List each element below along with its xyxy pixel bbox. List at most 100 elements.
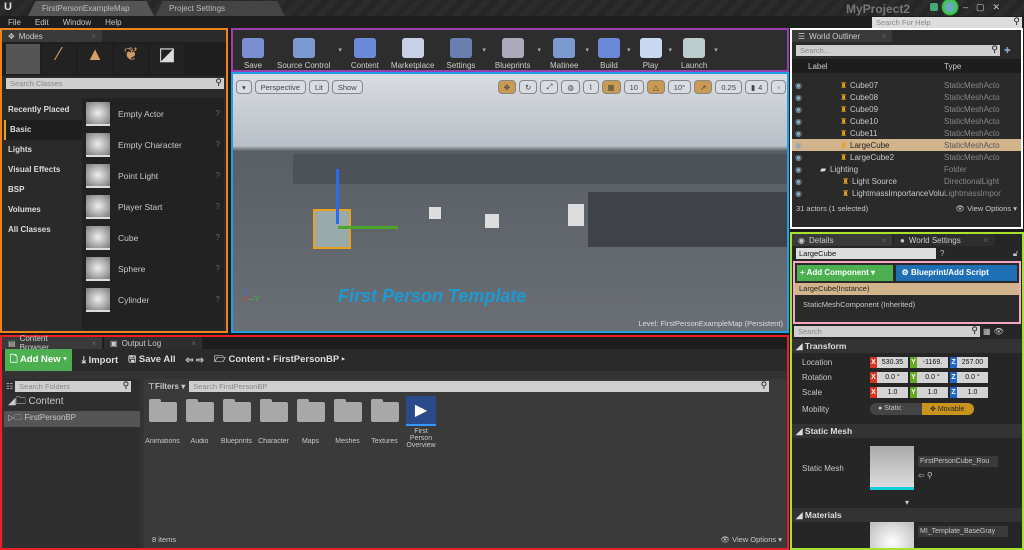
scale-x-field[interactable]: X 1.0 [870, 387, 908, 398]
rotation-snap-value[interactable]: 10° [667, 80, 692, 94]
close-icon[interactable]: × [869, 236, 886, 245]
rotation-x-field[interactable]: X 0.0 ° [870, 372, 908, 383]
tab-project-settings[interactable]: Project Settings [155, 1, 285, 16]
asset-tile[interactable]: ▶ First Person Overview [403, 396, 439, 449]
visibility-icon[interactable]: ◉ [792, 141, 840, 150]
help-icon[interactable]: ? [216, 109, 220, 118]
visibility-icon[interactable]: ◉ [792, 117, 840, 126]
toolbar-blueprints-button[interactable]: Blueprints [490, 30, 536, 70]
mode-category[interactable]: BSP [4, 180, 82, 200]
dropdown-arrow-icon[interactable]: ▾ [338, 46, 342, 54]
tab-level[interactable]: FirstPersonExampleMap [28, 1, 154, 16]
help-icon[interactable]: ? [216, 202, 220, 211]
static-option[interactable]: ● Static [870, 403, 922, 415]
chat-icon[interactable] [930, 3, 938, 11]
outliner-row[interactable]: ◉ ♜ Cube08 StaticMeshActo [792, 91, 1021, 103]
scale-snap-icon[interactable]: ↗ [694, 80, 713, 94]
visibility-icon[interactable]: ◉ [792, 189, 842, 198]
toolbar-source-control-button[interactable]: Source Control [271, 30, 336, 70]
close-icon[interactable]: × [79, 339, 96, 348]
visibility-icon[interactable]: ◉ [792, 81, 840, 90]
blueprint-add-script-button[interactable]: ⚙ Blueprint/Add Script [895, 265, 1017, 281]
dropdown-arrow-icon[interactable]: ▾ [537, 46, 541, 54]
outliner-row[interactable]: ◉ ♜ Light Source DirectionalLight [792, 175, 1021, 187]
location-label[interactable]: Location [792, 358, 870, 367]
static-mesh-thumbnail[interactable] [870, 446, 914, 490]
translate-icon[interactable]: ✥ [497, 80, 517, 94]
browse-icons[interactable]: ⇦ ⚲ [918, 471, 998, 480]
mode-category[interactable]: Lights [4, 140, 82, 160]
world-space-icon[interactable]: ◍ [561, 80, 580, 94]
grid-snap-icon[interactable]: ▦ [601, 80, 621, 94]
visibility-icon[interactable]: ◉ [792, 165, 820, 174]
placeable-item[interactable]: Point Light? [82, 160, 224, 191]
geometry-mode-icon[interactable]: ◪ [150, 44, 184, 74]
property-matrix-icon[interactable]: ▦ [983, 327, 991, 336]
content-view-options[interactable]: 👁 View Options ▾ [720, 535, 782, 544]
folder-tile[interactable]: Meshes [329, 399, 366, 445]
add-new-button[interactable]: 🗋 Add New ▾ [5, 349, 72, 371]
toolbar-build-button[interactable]: Build [593, 30, 625, 70]
placeable-item[interactable]: Empty Actor? [82, 98, 224, 129]
modes-tab[interactable]: ✥ Modes × [2, 30, 102, 42]
help-icon[interactable] [941, 0, 959, 16]
dropdown-arrow-icon[interactable]: ▾ [627, 46, 631, 54]
maximize-viewport-icon[interactable]: ▫ [771, 80, 786, 94]
help-icon[interactable]: ? [216, 171, 220, 180]
scale-label[interactable]: Scale [792, 388, 870, 397]
menu-window[interactable]: Window [63, 18, 91, 27]
scale-icon[interactable]: ⤢ [540, 80, 559, 94]
mode-category[interactable]: Volumes [4, 200, 82, 220]
grid-size[interactable]: 10 [623, 80, 644, 94]
gizmo-y-axis[interactable] [338, 226, 398, 229]
toolbar-launch-button[interactable]: Launch [676, 30, 712, 70]
outliner-row[interactable]: ◉ ▰ Lighting Folder [792, 163, 1021, 175]
close-icon[interactable]: × [79, 32, 96, 41]
component-row[interactable]: StaticMeshComponent (Inherited) [795, 295, 1019, 314]
outliner-row[interactable]: ◉ ♜ Cube10 StaticMeshActo [792, 115, 1021, 127]
breadcrumb-firstpersonbp[interactable]: FirstPersonBP [273, 354, 339, 365]
add-component-button[interactable]: + Add Component ▾ [797, 265, 893, 281]
toolbar-settings-button[interactable]: Settings [441, 30, 480, 70]
large-cube-selected[interactable] [313, 209, 351, 249]
dropdown-arrow-icon[interactable]: ▾ [482, 46, 486, 54]
close-icon[interactable]: × [179, 339, 196, 348]
placeable-item[interactable]: Player Start? [82, 191, 224, 222]
material-thumbnail[interactable] [870, 522, 914, 548]
outliner-row[interactable]: ◉ ♜ LargeCube2 StaticMeshActo [792, 151, 1021, 163]
foliage-mode-icon[interactable]: ❦ [114, 44, 148, 74]
dropdown-arrow-icon[interactable]: ▾ [585, 46, 589, 54]
close-icon[interactable]: × [869, 32, 886, 41]
close-icon[interactable]: × [971, 236, 988, 245]
visibility-icon[interactable]: ◉ [792, 93, 840, 102]
menu-help[interactable]: Help [105, 18, 121, 27]
actor-name-input[interactable]: LargeCube [796, 248, 936, 259]
outliner-search-input[interactable]: Search... [796, 44, 1000, 56]
static-mesh-section[interactable]: ◢ Static Mesh [792, 424, 1022, 438]
folder-tile[interactable]: Audio [181, 399, 218, 445]
mode-category[interactable]: Recently Placed [4, 100, 82, 120]
surface-snap-icon[interactable]: ⌇ [582, 80, 599, 94]
visibility-icon[interactable]: ◉ [792, 153, 840, 162]
rotation-y-field[interactable]: Y 0.0 ° [910, 372, 948, 383]
transform-section[interactable]: ◢ Transform [792, 339, 1022, 353]
placeable-item[interactable]: Sphere? [82, 253, 224, 284]
viewport[interactable]: ▾ Perspective Lit Show ✥ ↻ ⤢ ◍ ⌇ ▦ 10 △ … [231, 72, 789, 333]
menu-file[interactable]: File [8, 18, 21, 27]
visibility-icon[interactable]: ◉ [792, 105, 840, 114]
folder-tile[interactable]: Textures [366, 399, 403, 445]
save-all-button[interactable]: 🖫︎ Save All [128, 352, 175, 368]
rotation-z-field[interactable]: Z 0.0 ° [950, 372, 988, 383]
help-search-input[interactable]: Search For Help [872, 16, 1022, 28]
outliner-row[interactable]: ◉ ♜ Cube07 StaticMeshActo [792, 79, 1021, 91]
breadcrumb-content[interactable]: Content [228, 354, 264, 365]
outliner-row[interactable]: ◉ ♜ LargeCube StaticMeshActo [792, 139, 1021, 151]
content-browser-tab[interactable]: ▤ Content Browser × [2, 334, 102, 352]
gizmo-z-axis[interactable] [336, 169, 339, 224]
folder-tile[interactable]: Maps [292, 399, 329, 445]
paint-mode-icon[interactable]: ⁄ [42, 44, 76, 74]
search-classes-input[interactable]: Search Classes [6, 77, 224, 89]
landscape-mode-icon[interactable]: ▲ [78, 44, 112, 74]
mode-category[interactable]: Visual Effects [4, 160, 82, 180]
type-column-header[interactable]: Type [944, 62, 961, 71]
